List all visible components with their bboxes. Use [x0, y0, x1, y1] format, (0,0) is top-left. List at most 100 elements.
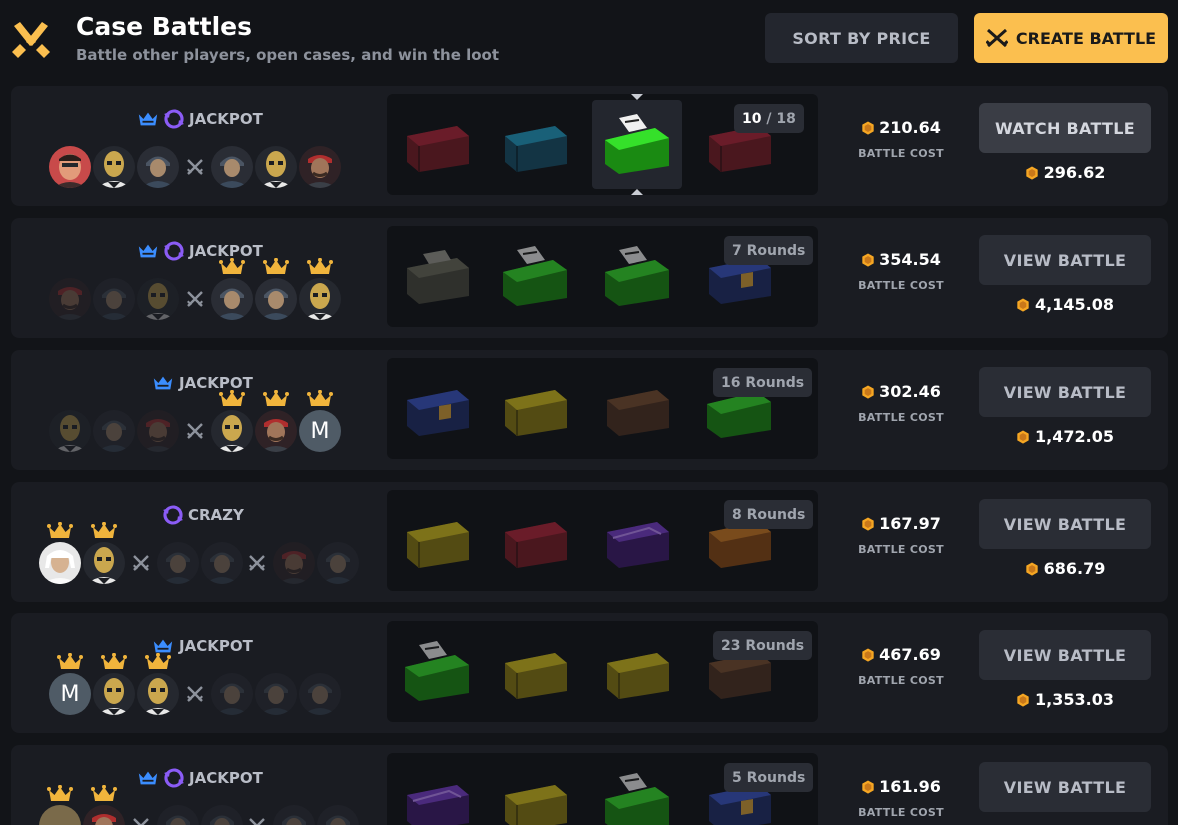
- player-avatar[interactable]: [255, 673, 297, 715]
- case-green-icon[interactable]: [599, 244, 675, 308]
- crown-icon: [137, 242, 159, 260]
- battle-row[interactable]: JACKPOT 10 / 18 210.64 BATTLE COST WATCH…: [11, 86, 1168, 206]
- player-avatar[interactable]: [49, 146, 91, 188]
- player-avatar[interactable]: [93, 278, 135, 320]
- battle-cost-value: 302.46: [879, 382, 941, 401]
- battle-total-value: 686.79: [1043, 559, 1106, 578]
- player-avatar[interactable]: [255, 410, 297, 452]
- battle-cost: 354.54 BATTLE COST: [841, 250, 961, 292]
- round-progress: 10 / 18: [734, 104, 804, 133]
- case-yellow-icon[interactable]: [497, 376, 573, 440]
- winner-crown-icon: [263, 390, 289, 408]
- case-navy-icon[interactable]: [399, 376, 475, 440]
- case-blue-icon[interactable]: [497, 112, 573, 176]
- view-battle-button[interactable]: VIEW BATTLE: [979, 235, 1151, 285]
- case-green-icon[interactable]: [599, 771, 675, 825]
- crazy-icon: [164, 241, 184, 261]
- player-avatar[interactable]: [299, 673, 341, 715]
- coin-icon: [861, 517, 875, 531]
- player-avatar[interactable]: [317, 542, 359, 584]
- winner-crown-icon: [91, 522, 117, 540]
- player-avatar[interactable]: [137, 146, 179, 188]
- carousel-pointer-top-icon: [631, 94, 643, 100]
- player-avatar[interactable]: [157, 805, 199, 825]
- versus-icon: [186, 158, 204, 176]
- player-avatar[interactable]: [211, 410, 253, 452]
- player-avatar[interactable]: [93, 673, 135, 715]
- case-red-icon[interactable]: [399, 112, 475, 176]
- player-avatar[interactable]: [317, 805, 359, 825]
- view-battle-button[interactable]: VIEW BATTLE: [979, 499, 1151, 549]
- player-avatar[interactable]: [157, 542, 199, 584]
- battle-total: 296.62: [979, 163, 1151, 182]
- battle-total-value: 1,472.05: [1035, 427, 1114, 446]
- case-yellow-icon[interactable]: [497, 639, 573, 703]
- case-green-icon[interactable]: [399, 639, 475, 703]
- case-purple-icon[interactable]: [599, 508, 675, 572]
- player-avatar[interactable]: [93, 146, 135, 188]
- player-avatar[interactable]: [299, 278, 341, 320]
- crown-icon: [137, 110, 159, 128]
- player-avatar-letter[interactable]: M: [299, 410, 341, 452]
- coin-icon: [1016, 430, 1030, 444]
- player-avatar[interactable]: [83, 542, 125, 584]
- player-avatar[interactable]: [49, 410, 91, 452]
- battle-row[interactable]: JACKPOT 7 Rounds 354.54 BATTLE COST VIEW…: [11, 218, 1168, 338]
- battle-cost-label: BATTLE COST: [858, 279, 944, 292]
- case-brown-icon[interactable]: [599, 376, 675, 440]
- player-avatar[interactable]: [39, 805, 81, 825]
- player-avatar[interactable]: [137, 278, 179, 320]
- case-yellow-icon[interactable]: [497, 771, 573, 825]
- player-avatar[interactable]: [299, 146, 341, 188]
- view-battle-button[interactable]: VIEW BATTLE: [979, 367, 1151, 417]
- coin-icon: [1025, 562, 1039, 576]
- battle-row[interactable]: JACKPOT M 23 Rounds 467.69 BATTLE COST V…: [11, 613, 1168, 733]
- battle-row[interactable]: JACKPOT M 16 Rounds 302.46 BATTLE COST V…: [11, 350, 1168, 470]
- player-avatar[interactable]: [49, 278, 91, 320]
- player-avatar[interactable]: [211, 673, 253, 715]
- player-avatar[interactable]: [201, 805, 243, 825]
- winner-crown-icon: [219, 258, 245, 276]
- player-avatar[interactable]: [137, 410, 179, 452]
- case-yellow-icon[interactable]: [399, 508, 475, 572]
- view-battle-label: VIEW BATTLE: [1003, 382, 1127, 402]
- battle-total: 1,353.03: [979, 690, 1151, 709]
- watch-battle-button[interactable]: WATCH BATTLE: [979, 103, 1151, 153]
- battle-mode-label: CRAZY: [188, 506, 244, 524]
- battle-row[interactable]: JACKPOT 5 Rounds 161.96 BATTLE COST VIEW…: [11, 745, 1168, 825]
- player-avatar[interactable]: [273, 542, 315, 584]
- battle-row[interactable]: CRAZY 8 Rounds 167.97 BATTLE COST VIEW B…: [11, 482, 1168, 602]
- case-red-icon[interactable]: [497, 508, 573, 572]
- create-battle-button[interactable]: CREATE BATTLE: [974, 13, 1168, 63]
- view-battle-button[interactable]: VIEW BATTLE: [979, 762, 1151, 812]
- page-title: Case Battles: [76, 12, 252, 41]
- player-avatar[interactable]: [273, 805, 315, 825]
- case-gray-icon[interactable]: [399, 244, 475, 308]
- player-avatar[interactable]: [83, 805, 125, 825]
- case-yellow-icon[interactable]: [599, 639, 675, 703]
- page-subtitle: Battle other players, open cases, and wi…: [76, 46, 500, 64]
- coin-icon: [861, 385, 875, 399]
- player-avatar[interactable]: [255, 146, 297, 188]
- battle-total-value: 1,353.03: [1035, 690, 1114, 709]
- player-avatar[interactable]: [211, 278, 253, 320]
- player-avatar-letter[interactable]: M: [49, 673, 91, 715]
- player-avatar[interactable]: [255, 278, 297, 320]
- winner-crown-icon: [101, 653, 127, 671]
- crazy-icon: [163, 505, 183, 525]
- coin-icon: [1016, 693, 1030, 707]
- player-avatar[interactable]: [211, 146, 253, 188]
- player-avatar[interactable]: [93, 410, 135, 452]
- sort-by-price-button[interactable]: SORT BY PRICE: [765, 13, 958, 63]
- case-green-icon[interactable]: [599, 112, 675, 176]
- case-purple-icon[interactable]: [399, 771, 475, 825]
- player-avatar[interactable]: [137, 673, 179, 715]
- versus-icon: [248, 554, 266, 572]
- round-separator: /: [766, 110, 772, 127]
- player-avatar[interactable]: [201, 542, 243, 584]
- battle-cost-value: 167.97: [879, 514, 941, 533]
- view-battle-button[interactable]: VIEW BATTLE: [979, 630, 1151, 680]
- case-green-icon[interactable]: [497, 244, 573, 308]
- player-avatar[interactable]: [39, 542, 81, 584]
- versus-icon: [132, 554, 150, 572]
